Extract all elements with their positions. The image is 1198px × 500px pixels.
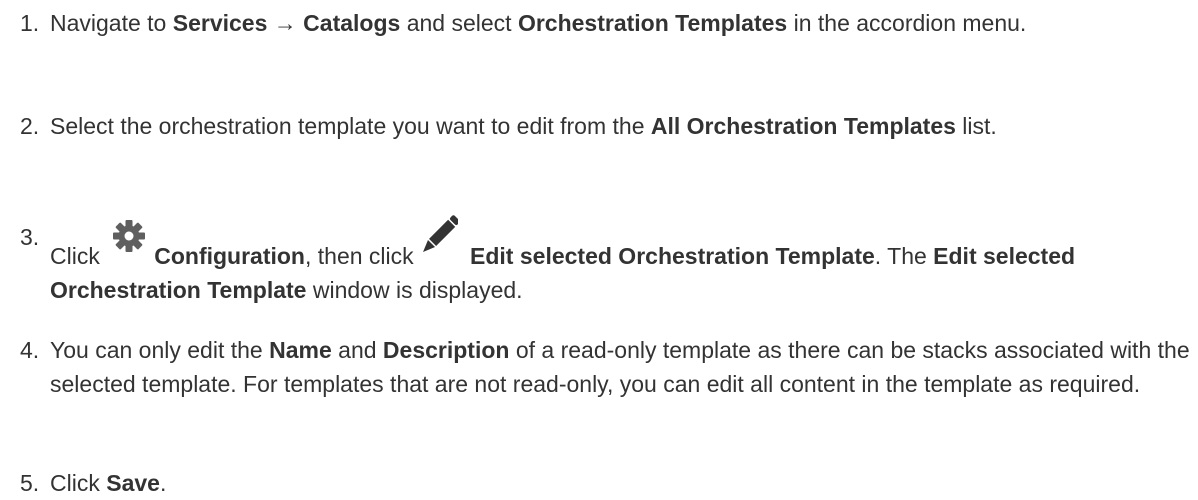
step-text: Navigate to Services → Catalogs and sele…: [50, 10, 1027, 36]
configuration-label: Configuration: [154, 243, 305, 269]
edit-action-label: Edit selected Orchestration Template: [470, 243, 875, 269]
step-1: 1. Navigate to Services → Catalogs and s…: [0, 6, 1190, 40]
step-5: 5. Click Save.: [0, 466, 1190, 500]
step-number: 3.: [20, 224, 40, 250]
save-label: Save: [106, 470, 160, 496]
pencil-icon: [422, 212, 460, 258]
step-text: You can only edit the Name and Descripti…: [50, 337, 1190, 397]
menu-path: Services → Catalogs: [172, 10, 401, 36]
pencil-icon-graphic: [423, 215, 460, 252]
list-name: All Orchestration Templates: [650, 113, 956, 139]
description-field-label: Description: [382, 337, 510, 363]
step-number: 1.: [20, 10, 40, 36]
step-3: 3. Click Configuration, then click Edit …: [0, 215, 1190, 307]
accordion-name: Orchestration Templates: [517, 10, 788, 36]
step-text: Click Configuration, then click Edit sel…: [50, 215, 1190, 307]
step-number: 5.: [20, 470, 40, 496]
gear-icon: [110, 216, 148, 256]
step-2: 2. Select the orchestration template you…: [0, 109, 1190, 143]
step-text: Click Save.: [50, 470, 167, 496]
step-number: 4.: [20, 337, 40, 363]
gear-icon-graphic: [113, 220, 146, 252]
name-field-label: Name: [269, 337, 332, 363]
step-number: 2.: [20, 113, 40, 139]
step-4: 4. You can only edit the Name and Descri…: [0, 333, 1190, 401]
step-text: Select the orchestration template you wa…: [50, 113, 997, 139]
procedure-steps: 1. Navigate to Services → Catalogs and s…: [0, 0, 1198, 497]
